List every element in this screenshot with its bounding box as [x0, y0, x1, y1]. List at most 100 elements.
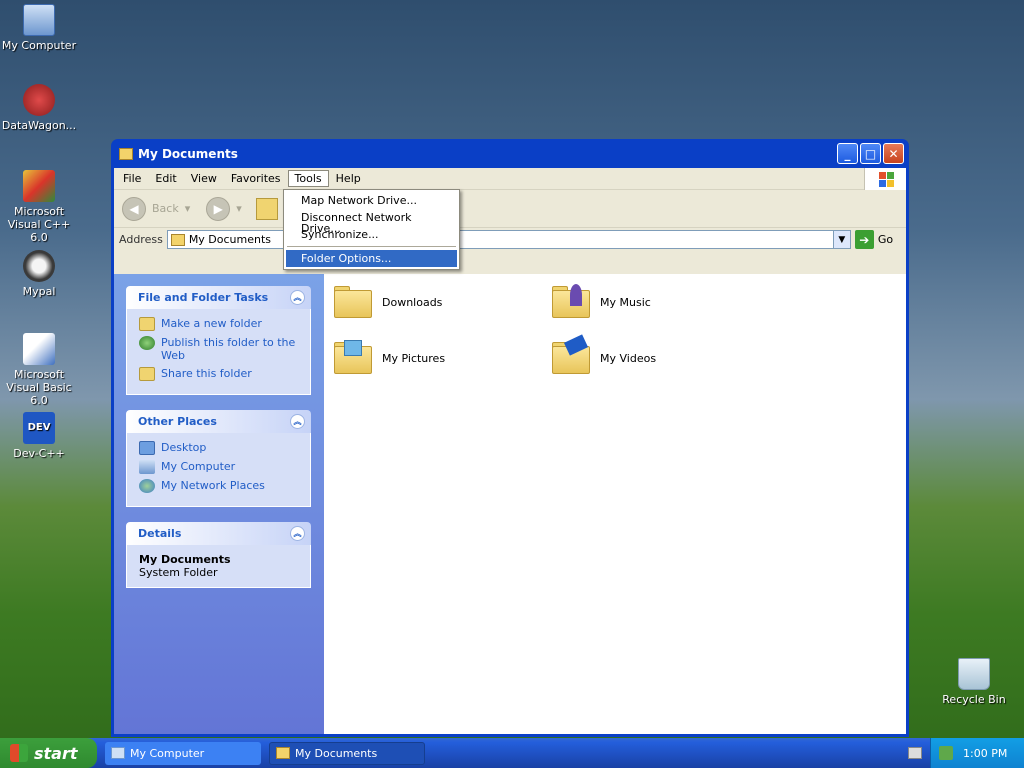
- windows-logo-icon: [10, 744, 28, 762]
- title-bar[interactable]: My Documents _ □ ✕: [114, 139, 906, 168]
- computer-icon: [23, 4, 55, 36]
- recycle-bin-icon: [958, 658, 990, 690]
- menu-favorites[interactable]: Favorites: [224, 170, 288, 187]
- desktop-icon-recycle-bin[interactable]: Recycle Bin: [935, 658, 1013, 706]
- panel-title: Details: [138, 527, 182, 540]
- menu-tools[interactable]: Tools: [287, 170, 329, 187]
- taskbar-button-label: My Documents: [295, 746, 378, 760]
- menu-bar: File Edit View Favorites Tools Help: [114, 168, 906, 190]
- start-button[interactable]: start: [0, 738, 97, 768]
- window-title: My Documents: [138, 146, 238, 161]
- taskbar: start My Computer My Documents 1:00 PM: [0, 738, 1024, 768]
- menu-item-folder-options[interactable]: Folder Options...: [286, 250, 457, 267]
- collapse-chevron-icon[interactable]: ︽: [290, 414, 305, 429]
- task-label: Share this folder: [161, 367, 252, 380]
- task-pane: File and Folder Tasks ︽ Make a new folde…: [114, 274, 324, 734]
- place-label: Desktop: [161, 441, 207, 454]
- desktop-icon-datawagon[interactable]: DataWagon...: [0, 84, 78, 132]
- file-name: Downloads: [382, 295, 443, 309]
- back-label: Back: [152, 202, 179, 215]
- place-label: My Network Places: [161, 479, 265, 492]
- desktop-icon-label: Recycle Bin: [942, 693, 1006, 706]
- system-tray: 1:00 PM: [930, 738, 1024, 768]
- task-make-new-folder[interactable]: Make a new folder: [139, 317, 302, 331]
- go-label: Go: [877, 233, 894, 246]
- back-button[interactable]: ◀: [122, 196, 146, 221]
- minimize-button[interactable]: _: [837, 143, 858, 164]
- desktop-icon-label: Mypal: [22, 285, 56, 298]
- panel-title: File and Folder Tasks: [138, 291, 269, 304]
- taskbar-button-my-documents[interactable]: My Documents: [269, 741, 425, 765]
- network-status-icon[interactable]: [939, 746, 953, 760]
- collapse-chevron-icon[interactable]: ︽: [290, 526, 305, 541]
- file-item-downloads[interactable]: Downloads: [330, 282, 442, 322]
- clock[interactable]: 1:00 PM: [963, 747, 1007, 760]
- desktop-icon-label: Microsoft Visual Basic 6.0: [6, 368, 72, 407]
- new-folder-icon: [139, 317, 155, 331]
- music-folder-icon: [548, 282, 594, 322]
- forward-button[interactable]: ▶: [206, 196, 231, 221]
- maximize-button[interactable]: □: [860, 143, 881, 164]
- dev-cpp-icon: DEV: [23, 412, 55, 444]
- place-desktop[interactable]: Desktop: [139, 441, 302, 455]
- menu-item-synchronize[interactable]: Synchronize...: [286, 226, 457, 243]
- keyboard-icon[interactable]: [908, 747, 922, 759]
- computer-icon: [139, 460, 155, 474]
- back-dropdown-icon[interactable]: ▾: [185, 202, 191, 215]
- menu-item-map-network-drive[interactable]: Map Network Drive...: [286, 192, 457, 209]
- taskbar-button-my-computer[interactable]: My Computer: [105, 741, 261, 765]
- task-label: Publish this folder to the Web: [161, 336, 296, 362]
- publish-web-icon: [139, 336, 155, 350]
- share-folder-icon: [139, 367, 155, 381]
- menu-item-disconnect-network-drive[interactable]: Disconnect Network Drive...: [286, 209, 457, 234]
- menu-view[interactable]: View: [184, 170, 224, 187]
- place-my-network-places[interactable]: My Network Places: [139, 479, 302, 493]
- place-my-computer[interactable]: My Computer: [139, 460, 302, 474]
- task-share-folder[interactable]: Share this folder: [139, 367, 302, 381]
- task-label: Make a new folder: [161, 317, 262, 330]
- folder-icon: [330, 282, 376, 322]
- network-places-icon: [139, 479, 155, 493]
- details-type: System Folder: [139, 566, 218, 579]
- folder-icon: [119, 147, 133, 160]
- file-item-my-pictures[interactable]: My Pictures: [330, 338, 445, 378]
- datawagon-icon: [23, 84, 55, 116]
- pictures-folder-icon: [330, 338, 376, 378]
- menu-edit[interactable]: Edit: [148, 170, 183, 187]
- close-button[interactable]: ✕: [883, 143, 904, 164]
- details-name: My Documents: [139, 553, 231, 566]
- folder-icon: [170, 233, 185, 246]
- menu-file[interactable]: File: [116, 170, 148, 187]
- forward-dropdown-icon[interactable]: ▾: [236, 202, 242, 215]
- panel-header[interactable]: File and Folder Tasks ︽: [126, 286, 311, 309]
- collapse-chevron-icon[interactable]: ︽: [290, 290, 305, 305]
- file-item-my-music[interactable]: My Music: [548, 282, 651, 322]
- desktop-icon-mypal[interactable]: Mypal: [0, 250, 78, 298]
- desktop-icon-visual-cpp[interactable]: Microsoft Visual C++ 6.0: [0, 170, 78, 244]
- desktop-icon-my-computer[interactable]: My Computer: [0, 4, 78, 52]
- up-folder-button[interactable]: [255, 197, 278, 220]
- address-dropdown-icon[interactable]: ▼: [832, 231, 850, 248]
- panel-header[interactable]: Other Places ︽: [126, 410, 311, 433]
- desktop-icon-dev-cpp[interactable]: DEV Dev-C++: [0, 412, 78, 460]
- explorer-window: My Documents _ □ ✕ File Edit View Favori…: [111, 139, 909, 737]
- go-button[interactable]: ➔ Go: [854, 230, 894, 249]
- desktop-icon-visual-basic[interactable]: Microsoft Visual Basic 6.0: [0, 333, 78, 407]
- other-places-panel: Other Places ︽ Desktop My Computer My Ne…: [126, 410, 311, 507]
- details-panel: Details ︽ My Documents System Folder: [126, 522, 311, 588]
- task-publish-folder[interactable]: Publish this folder to the Web: [139, 336, 302, 362]
- place-label: My Computer: [161, 460, 236, 473]
- address-input[interactable]: My Documents ▼: [166, 230, 851, 249]
- start-label: start: [34, 743, 78, 763]
- file-item-my-videos[interactable]: My Videos: [548, 334, 656, 378]
- address-label: Address: [119, 233, 163, 246]
- desktop-icon: [139, 441, 155, 455]
- menu-help[interactable]: Help: [329, 170, 368, 187]
- file-list-view: Downloads My Music My Pictures My Videos: [324, 274, 906, 734]
- address-bar: Address My Documents ▼ ➔ Go: [114, 228, 906, 251]
- panel-header[interactable]: Details ︽: [126, 522, 311, 545]
- desktop-icon-label: DataWagon...: [1, 119, 77, 132]
- desktop-icon-label: My Computer: [1, 39, 77, 52]
- go-arrow-icon: ➔: [854, 230, 874, 249]
- computer-icon: [111, 747, 125, 759]
